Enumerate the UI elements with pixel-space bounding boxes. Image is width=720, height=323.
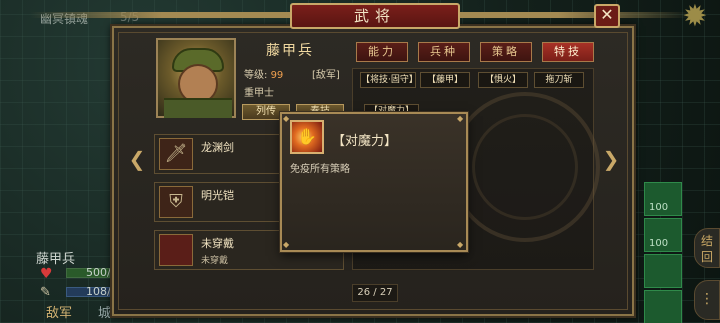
trait-item[interactable]: 【藤甲】	[420, 72, 470, 88]
selected-unit-name: 藤甲兵	[36, 252, 76, 267]
tab-troop-type[interactable]: 兵种	[418, 42, 470, 62]
end-turn-button[interactable]: 结回	[694, 228, 720, 268]
general-faction: [敌军]	[312, 70, 340, 81]
empty-slot-icon	[159, 234, 193, 266]
mp-value: 108/	[86, 285, 111, 298]
corner-ornament: ◆	[283, 240, 290, 249]
city-label: 城	[98, 306, 112, 321]
tab-ability[interactable]: 能力	[356, 42, 408, 62]
sword-icon: 🗡	[159, 138, 193, 170]
trait-item[interactable]: 【将技·固守】	[360, 72, 418, 88]
map-tile[interactable]	[644, 290, 682, 323]
map-tile[interactable]	[644, 254, 682, 288]
tooltip-description: 免疫所有策略	[290, 164, 350, 175]
armor-icon: ⛨	[159, 186, 193, 218]
heart-icon: ♥	[40, 266, 53, 282]
magic-resist-skill-icon: ✋	[290, 120, 324, 154]
trait-item[interactable]: 拖刀斩	[534, 72, 584, 88]
general-portrait	[156, 38, 236, 118]
enemy-faction-label: 敌军	[46, 306, 73, 321]
trait-item[interactable]: 【惧火】	[478, 72, 528, 88]
corner-ornament: ◆	[457, 240, 464, 249]
next-general-arrow-icon[interactable]: ❯	[602, 149, 620, 170]
close-button[interactable]: ✕	[594, 4, 620, 28]
map-tile[interactable]: 100	[644, 218, 682, 252]
feather-icon: ✎	[40, 285, 51, 300]
page-counter: 26 / 27	[352, 284, 398, 302]
corner-ornament: ◆	[283, 114, 290, 123]
skill-tooltip-popup: ✋ 【对魔力】 免疫所有策略 ◆ ◆ ◆ ◆	[280, 112, 468, 252]
general-name: 藤甲兵	[266, 43, 314, 59]
hp-value: 500/	[86, 266, 111, 279]
tab-special-skill[interactable]: 特技	[542, 42, 594, 62]
general-unit-type: 重甲士	[244, 88, 274, 99]
previous-general-arrow-icon[interactable]: ❮	[128, 149, 146, 170]
corner-ornament: ◆	[457, 114, 464, 123]
dragon-emblem-inner	[472, 114, 578, 220]
tab-strategy[interactable]: 策略	[480, 42, 532, 62]
general-level: 等级: 99	[244, 70, 284, 81]
side-menu-button[interactable]: ⋮	[694, 280, 720, 320]
map-tile[interactable]: 100	[644, 182, 682, 216]
tooltip-title: 【对魔力】	[332, 134, 398, 149]
panel-title: 武将	[290, 3, 460, 29]
